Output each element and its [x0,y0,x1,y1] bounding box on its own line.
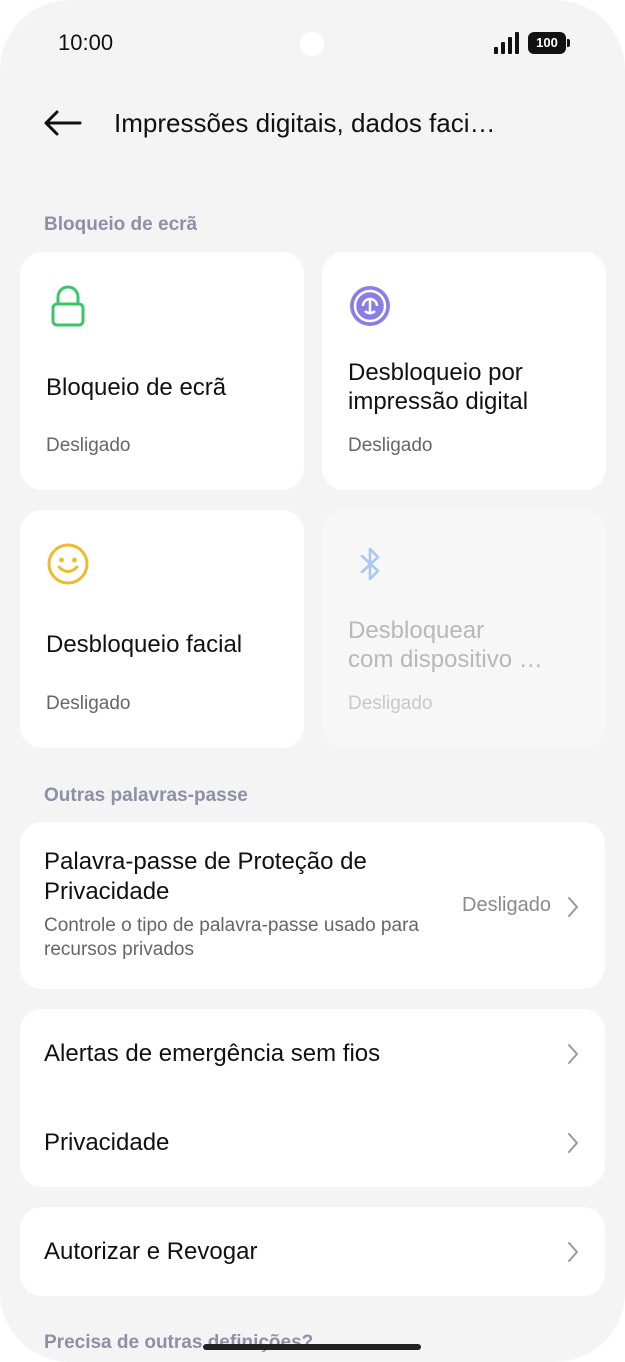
tile-title: Desbloqueio facial [46,631,243,658]
smiley-face-icon [46,542,90,586]
chevron-right-icon [567,1132,579,1154]
tile-face-unlock[interactable]: Desbloqueio facial Desligado [20,510,304,748]
tile-title-line1: Desbloquear [348,617,485,644]
bluetooth-icon [348,542,392,586]
signal-icon [494,32,522,54]
front-camera [300,32,324,56]
chevron-right-icon [567,1241,579,1263]
tile-title-line2: impressão digital [348,388,529,415]
row-label: Privacidade [44,1129,170,1156]
privacy-password-card[interactable]: Palavra-passe de Proteção de Privacidade… [20,822,605,989]
tile-title: Bloqueio de ecrã [46,374,227,401]
tile-title-line2: com dispositivo … [348,646,543,673]
row-privacy[interactable]: Privacidade [20,1098,605,1187]
row-wireless-emergency-alerts[interactable]: Alertas de emergência sem fios [20,1009,605,1098]
tile-device-unlock: Desbloquear com dispositivo … Desligado [322,510,606,748]
battery-icon: 100 [528,32,570,54]
status-time: 10:00 [58,30,114,55]
privacy-password-status: Desligado [462,894,551,916]
settings-group-card: Alertas de emergência sem fios Privacida… [20,1009,605,1187]
tile-title: Desbloquear com dispositivo … [348,616,543,674]
app-header: Impressões digitais, dados faci… [0,95,625,155]
privacy-password-description: Controle o tipo de palavra-passe usado p… [44,915,419,960]
tile-status: Desligado [46,693,131,714]
authorize-revoke-card[interactable]: Autorizar e Revogar [20,1207,605,1296]
fingerprint-icon [348,284,392,328]
page-title: Impressões digitais, dados faci… [114,108,496,138]
row-label: Autorizar e Revogar [44,1238,258,1265]
row-label: Alertas de emergência sem fios [44,1040,381,1067]
status-bar: 10:00 100 [0,0,625,80]
tile-title-line1: Desbloqueio por [348,359,523,386]
phone-screen: 10:00 100 Impressões digitais, dados fac… [0,0,625,1362]
tile-status: Desligado [348,693,433,714]
chevron-right-icon [567,1043,579,1065]
privacy-password-title: Palavra-passe de Proteção de Privacidade [44,848,367,905]
home-indicator[interactable] [203,1344,421,1350]
back-arrow-icon[interactable] [40,103,86,143]
section-more-settings: Precisa de outras definições? [44,1332,314,1353]
tile-status: Desligado [348,435,433,456]
tile-status: Desligado [46,435,131,456]
tile-title: Desbloqueio por impressão digital [348,358,528,416]
tile-screen-lock[interactable]: Bloqueio de ecrã Desligado [20,252,304,490]
section-other-passwords: Outras palavras-passe [44,785,248,806]
lock-icon [46,284,90,328]
tile-fingerprint-unlock[interactable]: Desbloqueio por impressão digital Deslig… [322,252,606,490]
section-lock-screen: Bloqueio de ecrã [44,214,198,235]
chevron-right-icon [567,896,579,918]
